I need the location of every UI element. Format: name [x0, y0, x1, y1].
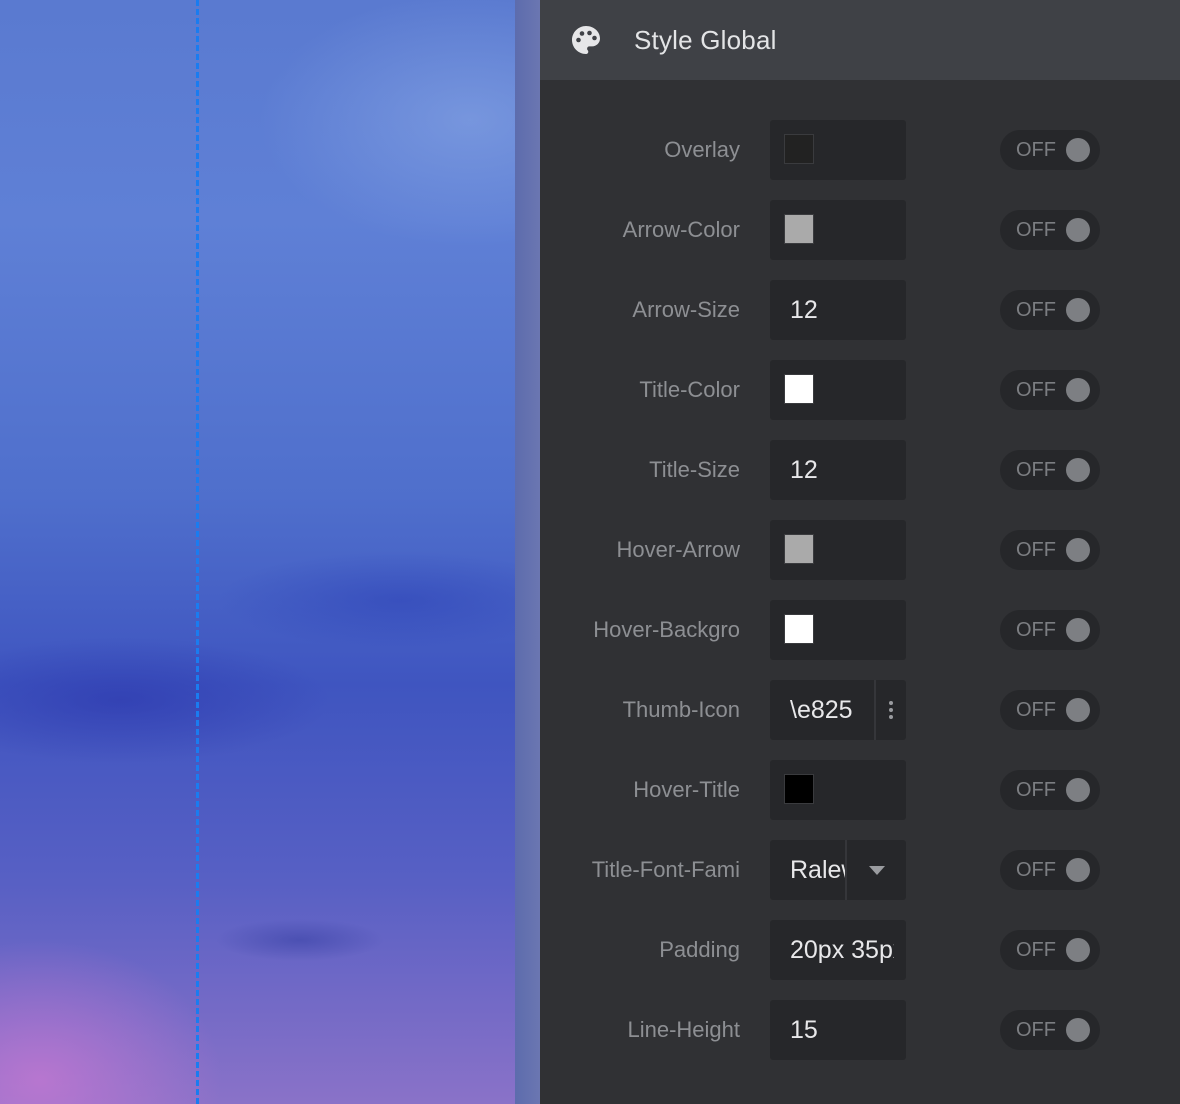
setting-label: Title-Size — [649, 457, 740, 482]
hover-arrow-toggle[interactable]: OFF — [1000, 530, 1100, 570]
setting-row-padding: Padding 20px 35px OFF — [540, 920, 1180, 1000]
padding-toggle[interactable]: OFF — [1000, 930, 1100, 970]
setting-row-arrow-size: Arrow-Size 12 OFF — [540, 280, 1180, 360]
setting-row-line-height: Line-Height 15 OFF — [540, 1000, 1180, 1080]
hover-title-color-picker[interactable] — [770, 760, 906, 820]
setting-label: Arrow-Size — [632, 297, 740, 322]
setting-row-hover-background: Hover-Backgro OFF — [540, 600, 1180, 680]
toggle-knob — [1066, 618, 1090, 642]
color-swatch[interactable] — [784, 614, 814, 644]
toggle-knob — [1066, 538, 1090, 562]
setting-row-title-font-family: Title-Font-Fami Raleway OFF — [540, 840, 1180, 920]
toggle-label: OFF — [1016, 298, 1056, 321]
title-font-family-toggle[interactable]: OFF — [1000, 850, 1100, 890]
toggle-label: OFF — [1016, 538, 1056, 561]
setting-label: Title-Color — [639, 377, 740, 402]
setting-label: Thumb-Icon — [622, 697, 740, 722]
chevron-down-icon[interactable] — [848, 840, 906, 900]
arrow-size-toggle[interactable]: OFF — [1000, 290, 1100, 330]
line-height-input[interactable]: 15 — [770, 1000, 906, 1060]
toggle-knob — [1066, 298, 1090, 322]
dashed-guide-line — [196, 0, 199, 1104]
hover-background-color-picker[interactable] — [770, 600, 906, 660]
toggle-knob — [1066, 698, 1090, 722]
color-swatch[interactable] — [784, 134, 814, 164]
setting-row-hover-title: Hover-Title OFF — [540, 760, 1180, 840]
hover-background-toggle[interactable]: OFF — [1000, 610, 1100, 650]
style-global-panel: Style Global Overlay OFF Arrow-Color OFF — [540, 0, 1180, 1104]
overlay-toggle[interactable]: OFF — [1000, 130, 1100, 170]
toggle-label: OFF — [1016, 618, 1056, 641]
setting-row-title-size: Title-Size 12 OFF — [540, 440, 1180, 520]
color-swatch[interactable] — [784, 534, 814, 564]
field-value: 20px 35px — [790, 936, 894, 964]
toggle-label: OFF — [1016, 938, 1056, 961]
setting-label: Overlay — [664, 137, 740, 162]
hover-arrow-color-picker[interactable] — [770, 520, 906, 580]
toggle-knob — [1066, 458, 1090, 482]
toggle-knob — [1066, 778, 1090, 802]
toggle-label: OFF — [1016, 1018, 1056, 1041]
panel-resize-edge[interactable] — [515, 0, 540, 1104]
toggle-label: OFF — [1016, 218, 1056, 241]
toggle-label: OFF — [1016, 138, 1056, 161]
padding-input[interactable]: 20px 35px — [770, 920, 906, 980]
color-swatch[interactable] — [784, 214, 814, 244]
toggle-label: OFF — [1016, 858, 1056, 881]
toggle-label: OFF — [1016, 778, 1056, 801]
toggle-knob — [1066, 218, 1090, 242]
color-swatch[interactable] — [784, 374, 814, 404]
toggle-knob — [1066, 938, 1090, 962]
title-size-input[interactable]: 12 — [770, 440, 906, 500]
setting-row-thumb-icon: Thumb-Icon \e825 OFF — [540, 680, 1180, 760]
line-height-toggle[interactable]: OFF — [1000, 1010, 1100, 1050]
thumb-icon-toggle[interactable]: OFF — [1000, 690, 1100, 730]
setting-label: Hover-Backgro — [593, 617, 740, 642]
title-color-toggle[interactable]: OFF — [1000, 370, 1100, 410]
setting-row-hover-arrow: Hover-Arrow OFF — [540, 520, 1180, 600]
panel-title: Style Global — [634, 24, 777, 55]
arrow-color-toggle[interactable]: OFF — [1000, 210, 1100, 250]
settings-list: Overlay OFF Arrow-Color OFF Arrow-Size 1… — [540, 80, 1180, 1080]
toggle-label: OFF — [1016, 698, 1056, 721]
slider-canvas-preview[interactable] — [0, 0, 515, 1104]
setting-label: Arrow-Color — [622, 217, 740, 242]
toggle-knob — [1066, 1018, 1090, 1042]
setting-label: Hover-Title — [633, 777, 740, 802]
field-value: 15 — [790, 1016, 818, 1044]
field-value: \e825 — [790, 696, 853, 724]
field-value: 12 — [790, 296, 818, 324]
title-font-family-select[interactable]: Raleway — [770, 840, 906, 900]
arrow-color-picker[interactable] — [770, 200, 906, 260]
toggle-label: OFF — [1016, 458, 1056, 481]
setting-row-arrow-color: Arrow-Color OFF — [540, 200, 1180, 280]
toggle-knob — [1066, 378, 1090, 402]
field-value: Raleway — [790, 856, 846, 884]
title-size-toggle[interactable]: OFF — [1000, 450, 1100, 490]
setting-label: Padding — [659, 937, 740, 962]
setting-row-title-color: Title-Color OFF — [540, 360, 1180, 440]
more-options-icon[interactable] — [876, 680, 906, 740]
panel-header: Style Global — [540, 0, 1180, 80]
setting-label: Hover-Arrow — [616, 537, 740, 562]
setting-label: Line-Height — [627, 1017, 740, 1042]
thumb-icon-input[interactable]: \e825 — [770, 680, 906, 740]
toggle-label: OFF — [1016, 378, 1056, 401]
palette-icon — [572, 26, 600, 54]
title-color-picker[interactable] — [770, 360, 906, 420]
toggle-knob — [1066, 858, 1090, 882]
field-divider — [845, 840, 847, 900]
overlay-color-picker[interactable] — [770, 120, 906, 180]
arrow-size-input[interactable]: 12 — [770, 280, 906, 340]
hover-title-toggle[interactable]: OFF — [1000, 770, 1100, 810]
setting-row-overlay: Overlay OFF — [540, 120, 1180, 200]
color-swatch[interactable] — [784, 774, 814, 804]
toggle-knob — [1066, 138, 1090, 162]
setting-label: Title-Font-Fami — [591, 857, 740, 882]
field-value: 12 — [790, 456, 818, 484]
